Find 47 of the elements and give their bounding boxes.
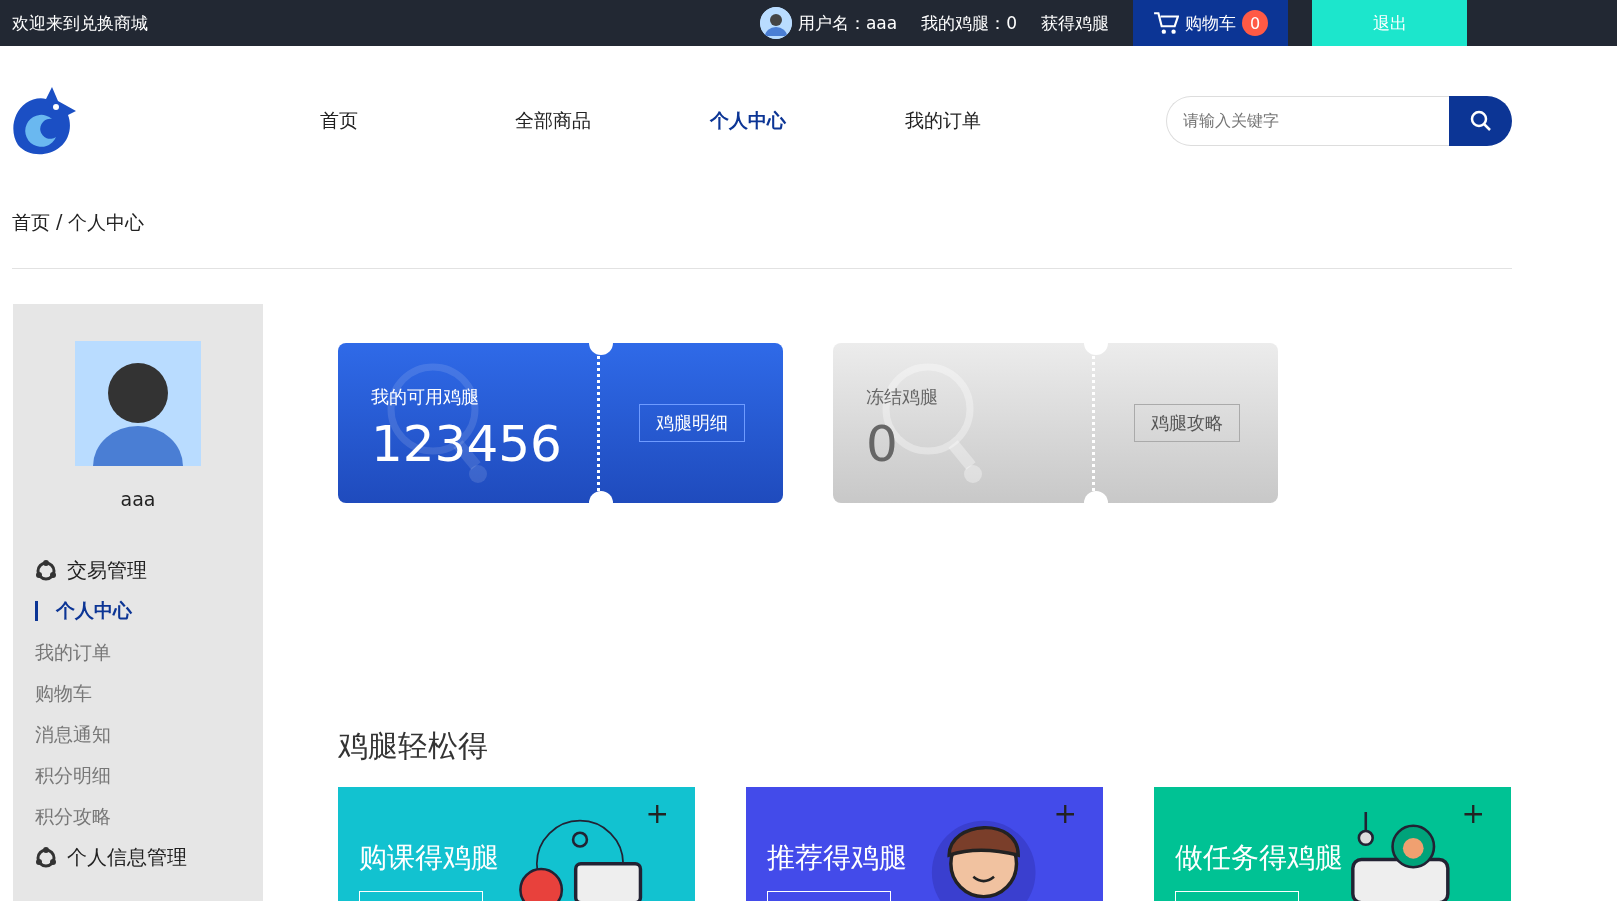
sidebar-item[interactable]: 消息通知 <box>35 714 263 755</box>
details-button[interactable]: 鸡腿明细 <box>638 404 745 442</box>
promo-title: 购课得鸡腿 <box>359 840 499 876</box>
plus-icon: + <box>1461 797 1485 830</box>
group-icon <box>35 559 57 582</box>
nav-link[interactable]: 首页 <box>320 108 515 134</box>
cart-count-badge: 0 <box>1242 10 1268 36</box>
search-icon <box>1469 110 1492 132</box>
group-title: 交易管理 <box>67 557 147 584</box>
breadcrumb-item: 个人中心 <box>68 210 145 235</box>
group-title: 个人信息管理 <box>67 844 187 871</box>
search-button[interactable] <box>1449 96 1512 146</box>
group-icon <box>35 846 57 869</box>
welcome-text: 欢迎来到兑换商城 <box>12 11 149 35</box>
logo-icon <box>12 85 78 157</box>
nav-link[interactable]: 个人中心 <box>710 108 905 134</box>
sidebar-username: aaa <box>120 488 156 510</box>
username-text: 用户名：aaa <box>797 11 898 35</box>
details-button[interactable]: 鸡腿攻略 <box>1133 404 1240 442</box>
section-title: 鸡腿轻松得 <box>338 727 489 765</box>
earn-link[interactable]: 获得鸡腿 <box>1041 11 1109 35</box>
promo-card[interactable]: 推荐得鸡腿 + <box>746 787 1103 901</box>
sidebar-item[interactable]: 我的订单 <box>35 632 263 673</box>
sidebar-item[interactable]: 积分攻略 <box>35 796 263 837</box>
balance-value: 123456 <box>371 415 563 473</box>
nav-link[interactable]: 全部商品 <box>515 108 710 134</box>
avatar-icon <box>75 341 201 466</box>
nav-link[interactable]: 我的订单 <box>905 108 1100 134</box>
cart-button[interactable]: 购物车 0 <box>1133 0 1288 46</box>
sidebar-item[interactable]: 个人中心 <box>35 601 263 621</box>
plus-icon: + <box>1053 797 1077 830</box>
promo-title: 推荐得鸡腿 <box>767 840 907 876</box>
promo-title: 做任务得鸡腿 <box>1175 840 1343 876</box>
avatar-icon <box>759 7 792 39</box>
breadcrumb-separator: / <box>56 210 63 234</box>
points-text: 我的鸡腿：0 <box>921 11 1017 35</box>
breadcrumb-item[interactable]: 首页 <box>12 210 50 236</box>
balance-title: 我的可用鸡腿 <box>371 385 480 409</box>
plus-icon: + <box>645 797 669 830</box>
cart-icon <box>1153 11 1179 35</box>
balance-value: 0 <box>866 415 899 473</box>
sidebar-item[interactable]: 购物车 <box>35 673 263 714</box>
promo-card[interactable]: 做任务得鸡腿 + <box>1154 787 1511 901</box>
sidebar-item[interactable]: 积分明细 <box>35 755 263 796</box>
promo-card[interactable]: 购课得鸡腿 + <box>338 787 695 901</box>
search-field[interactable]: 请输入关键字 <box>1166 96 1449 146</box>
balance-title: 冻结鸡腿 <box>866 385 939 409</box>
